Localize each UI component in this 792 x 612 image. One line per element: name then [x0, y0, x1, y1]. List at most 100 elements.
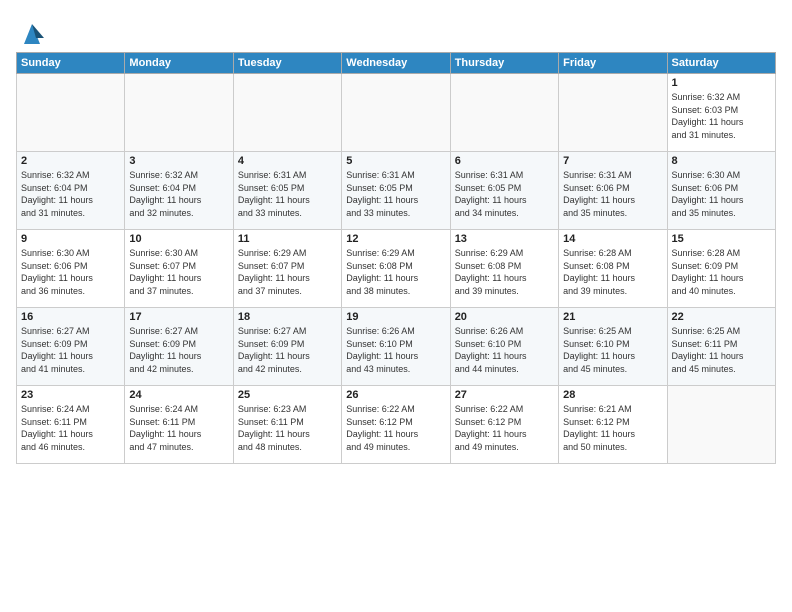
- day-cell: [559, 74, 667, 152]
- day-number: 13: [455, 233, 554, 245]
- weekday-header-friday: Friday: [559, 53, 667, 74]
- header: [16, 16, 776, 44]
- day-info: Sunrise: 6:22 AM Sunset: 6:12 PM Dayligh…: [346, 403, 445, 453]
- day-number: 26: [346, 389, 445, 401]
- day-number: 16: [21, 311, 120, 323]
- week-row-4: 16 Sunrise: 6:27 AM Sunset: 6:09 PM Dayli…: [17, 308, 776, 386]
- day-cell: 1 Sunrise: 6:32 AM Sunset: 6:03 PM Daylig…: [667, 74, 775, 152]
- day-cell: 10Sunrise: 6:30 AM Sunset: 6:07 PM Dayli…: [125, 230, 233, 308]
- day-cell: 20Sunrise: 6:26 AM Sunset: 6:10 PM Dayli…: [450, 308, 558, 386]
- day-info: Sunrise: 6:23 AM Sunset: 6:11 PM Dayligh…: [238, 403, 337, 453]
- day-cell: [125, 74, 233, 152]
- day-info: Sunrise: 6:31 AM Sunset: 6:06 PM Dayligh…: [563, 169, 662, 219]
- weekday-header-sunday: Sunday: [17, 53, 125, 74]
- day-cell: 24 Sunrise: 6:24 AM Sunset: 6:11 PM Dayli…: [125, 386, 233, 464]
- day-cell: 5 Sunrise: 6:31 AM Sunset: 6:05 PM Daylig…: [342, 152, 450, 230]
- day-info: Sunrise: 6:29 AM Sunset: 6:07 PM Dayligh…: [238, 247, 337, 297]
- day-info: Sunrise: 6:26 AM Sunset: 6:10 PM Dayligh…: [455, 325, 554, 375]
- logo: [16, 16, 48, 44]
- day-info: Sunrise: 6:30 AM Sunset: 6:06 PM Dayligh…: [21, 247, 120, 297]
- day-info: Sunrise: 6:28 AM Sunset: 6:08 PM Dayligh…: [563, 247, 662, 297]
- day-number: 7: [563, 155, 662, 167]
- day-cell: 15Sunrise: 6:28 AM Sunset: 6:09 PM Dayli…: [667, 230, 775, 308]
- day-cell: 17 Sunrise: 6:27 AM Sunset: 6:09 PM Dayli…: [125, 308, 233, 386]
- day-number: 12: [346, 233, 445, 245]
- day-info: Sunrise: 6:31 AM Sunset: 6:05 PM Dayligh…: [346, 169, 445, 219]
- day-number: 8: [672, 155, 771, 167]
- day-info: Sunrise: 6:25 AM Sunset: 6:11 PM Dayligh…: [672, 325, 771, 375]
- day-cell: 28 Sunrise: 6:21 AM Sunset: 6:12 PM Dayli…: [559, 386, 667, 464]
- week-row-5: 23 Sunrise: 6:24 AM Sunset: 6:11 PM Dayli…: [17, 386, 776, 464]
- day-number: 22: [672, 311, 771, 323]
- day-info: Sunrise: 6:32 AM Sunset: 6:04 PM Dayligh…: [129, 169, 228, 219]
- day-info: Sunrise: 6:29 AM Sunset: 6:08 PM Dayligh…: [455, 247, 554, 297]
- day-cell: 16 Sunrise: 6:27 AM Sunset: 6:09 PM Dayli…: [17, 308, 125, 386]
- day-number: 27: [455, 389, 554, 401]
- day-cell: 13 Sunrise: 6:29 AM Sunset: 6:08 PM Dayli…: [450, 230, 558, 308]
- weekday-header-thursday: Thursday: [450, 53, 558, 74]
- day-number: 19: [346, 311, 445, 323]
- day-number: 5: [346, 155, 445, 167]
- day-number: 21: [563, 311, 662, 323]
- day-number: 28: [563, 389, 662, 401]
- week-row-1: 1 Sunrise: 6:32 AM Sunset: 6:03 PM Daylig…: [17, 74, 776, 152]
- day-cell: 11 Sunrise: 6:29 AM Sunset: 6:07 PM Dayli…: [233, 230, 341, 308]
- day-info: Sunrise: 6:27 AM Sunset: 6:09 PM Dayligh…: [129, 325, 228, 375]
- day-number: 9: [21, 233, 120, 245]
- day-cell: 9 Sunrise: 6:30 AM Sunset: 6:06 PM Daylig…: [17, 230, 125, 308]
- day-info: Sunrise: 6:28 AM Sunset: 6:09 PM Dayligh…: [672, 247, 771, 297]
- day-number: 2: [21, 155, 120, 167]
- day-number: 18: [238, 311, 337, 323]
- calendar-header: SundayMondayTuesdayWednesdayThursdayFrid…: [17, 53, 776, 74]
- day-cell: 14 Sunrise: 6:28 AM Sunset: 6:08 PM Dayli…: [559, 230, 667, 308]
- day-info: Sunrise: 6:32 AM Sunset: 6:04 PM Dayligh…: [21, 169, 120, 219]
- day-cell: 26 Sunrise: 6:22 AM Sunset: 6:12 PM Dayli…: [342, 386, 450, 464]
- weekday-row: SundayMondayTuesdayWednesdayThursdayFrid…: [17, 53, 776, 74]
- weekday-header-tuesday: Tuesday: [233, 53, 341, 74]
- day-cell: 25 Sunrise: 6:23 AM Sunset: 6:11 PM Dayli…: [233, 386, 341, 464]
- day-info: Sunrise: 6:27 AM Sunset: 6:09 PM Dayligh…: [21, 325, 120, 375]
- week-row-3: 9 Sunrise: 6:30 AM Sunset: 6:06 PM Daylig…: [17, 230, 776, 308]
- day-number: 24: [129, 389, 228, 401]
- day-number: 4: [238, 155, 337, 167]
- day-info: Sunrise: 6:21 AM Sunset: 6:12 PM Dayligh…: [563, 403, 662, 453]
- day-info: Sunrise: 6:24 AM Sunset: 6:11 PM Dayligh…: [129, 403, 228, 453]
- weekday-header-saturday: Saturday: [667, 53, 775, 74]
- day-cell: [342, 74, 450, 152]
- day-number: 3: [129, 155, 228, 167]
- weekday-header-wednesday: Wednesday: [342, 53, 450, 74]
- day-cell: [667, 386, 775, 464]
- day-number: 14: [563, 233, 662, 245]
- day-number: 10: [129, 233, 228, 245]
- day-number: 6: [455, 155, 554, 167]
- day-cell: [17, 74, 125, 152]
- day-cell: 19Sunrise: 6:26 AM Sunset: 6:10 PM Dayli…: [342, 308, 450, 386]
- day-cell: 4Sunrise: 6:31 AM Sunset: 6:05 PM Daylig…: [233, 152, 341, 230]
- day-cell: 8Sunrise: 6:30 AM Sunset: 6:06 PM Daylig…: [667, 152, 775, 230]
- day-number: 17: [129, 311, 228, 323]
- day-number: 25: [238, 389, 337, 401]
- day-cell: 6 Sunrise: 6:31 AM Sunset: 6:05 PM Daylig…: [450, 152, 558, 230]
- day-cell: 23 Sunrise: 6:24 AM Sunset: 6:11 PM Dayli…: [17, 386, 125, 464]
- week-row-2: 2 Sunrise: 6:32 AM Sunset: 6:04 PM Daylig…: [17, 152, 776, 230]
- logo-icon: [16, 16, 44, 44]
- day-info: Sunrise: 6:27 AM Sunset: 6:09 PM Dayligh…: [238, 325, 337, 375]
- calendar-table: SundayMondayTuesdayWednesdayThursdayFrid…: [16, 52, 776, 464]
- day-cell: [450, 74, 558, 152]
- day-info: Sunrise: 6:25 AM Sunset: 6:10 PM Dayligh…: [563, 325, 662, 375]
- day-cell: 12 Sunrise: 6:29 AM Sunset: 6:08 PM Dayli…: [342, 230, 450, 308]
- day-number: 23: [21, 389, 120, 401]
- calendar-body: 1 Sunrise: 6:32 AM Sunset: 6:03 PM Daylig…: [17, 74, 776, 464]
- day-info: Sunrise: 6:29 AM Sunset: 6:08 PM Dayligh…: [346, 247, 445, 297]
- day-number: 1: [672, 77, 771, 89]
- day-info: Sunrise: 6:24 AM Sunset: 6:11 PM Dayligh…: [21, 403, 120, 453]
- day-number: 11: [238, 233, 337, 245]
- day-cell: 27 Sunrise: 6:22 AM Sunset: 6:12 PM Dayli…: [450, 386, 558, 464]
- day-info: Sunrise: 6:22 AM Sunset: 6:12 PM Dayligh…: [455, 403, 554, 453]
- day-cell: 21 Sunrise: 6:25 AM Sunset: 6:10 PM Dayli…: [559, 308, 667, 386]
- day-cell: 3 Sunrise: 6:32 AM Sunset: 6:04 PM Daylig…: [125, 152, 233, 230]
- day-info: Sunrise: 6:31 AM Sunset: 6:05 PM Dayligh…: [455, 169, 554, 219]
- page: SundayMondayTuesdayWednesdayThursdayFrid…: [0, 0, 792, 612]
- day-info: Sunrise: 6:32 AM Sunset: 6:03 PM Dayligh…: [672, 91, 771, 141]
- day-cell: 2 Sunrise: 6:32 AM Sunset: 6:04 PM Daylig…: [17, 152, 125, 230]
